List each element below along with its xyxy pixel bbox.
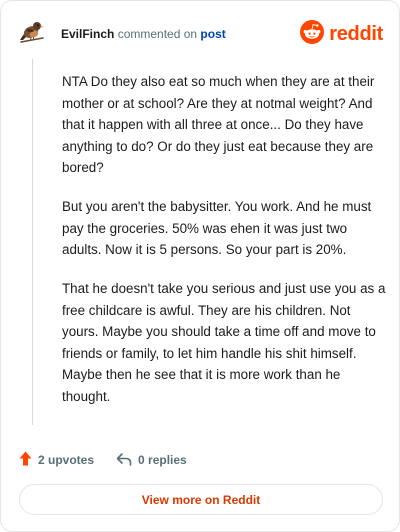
comment-header: EvilFinch commented on post reddit bbox=[19, 19, 383, 49]
upvote-button[interactable]: 2 upvotes bbox=[19, 451, 94, 469]
reddit-logo[interactable]: reddit bbox=[300, 19, 383, 49]
comment-byline: EvilFinch commented on post bbox=[61, 27, 226, 41]
comment-paragraph: NTA Do they also eat so much when they a… bbox=[62, 74, 375, 175]
comment-action-text: commented on bbox=[117, 27, 198, 41]
view-more-button[interactable]: View more on Reddit bbox=[19, 484, 383, 515]
upvote-count: 2 upvotes bbox=[38, 453, 95, 467]
post-link[interactable]: post bbox=[200, 27, 225, 41]
reddit-snoo-icon bbox=[300, 19, 325, 49]
reddit-wordmark: reddit bbox=[329, 22, 383, 45]
reply-button[interactable]: 0 replies bbox=[116, 452, 187, 469]
username-link[interactable]: EvilFinch bbox=[61, 27, 114, 41]
comment-paragraph: That he doesn't take you serious and jus… bbox=[62, 281, 386, 404]
comment-paragraph: But you aren't the babysitter. You work.… bbox=[62, 199, 372, 257]
comment-body: NTA Do they also eat so much when they a… bbox=[62, 71, 386, 425]
reply-count: 0 replies bbox=[138, 453, 187, 467]
thread-line bbox=[32, 59, 33, 425]
upvote-arrow-icon bbox=[19, 451, 38, 469]
comment-embed-card: EvilFinch commented on post reddit NTA D… bbox=[0, 0, 400, 532]
finch-avatar-icon[interactable] bbox=[19, 19, 45, 45]
comment-actions: 2 upvotes 0 replies bbox=[19, 450, 187, 470]
reply-arrow-icon bbox=[116, 452, 138, 469]
